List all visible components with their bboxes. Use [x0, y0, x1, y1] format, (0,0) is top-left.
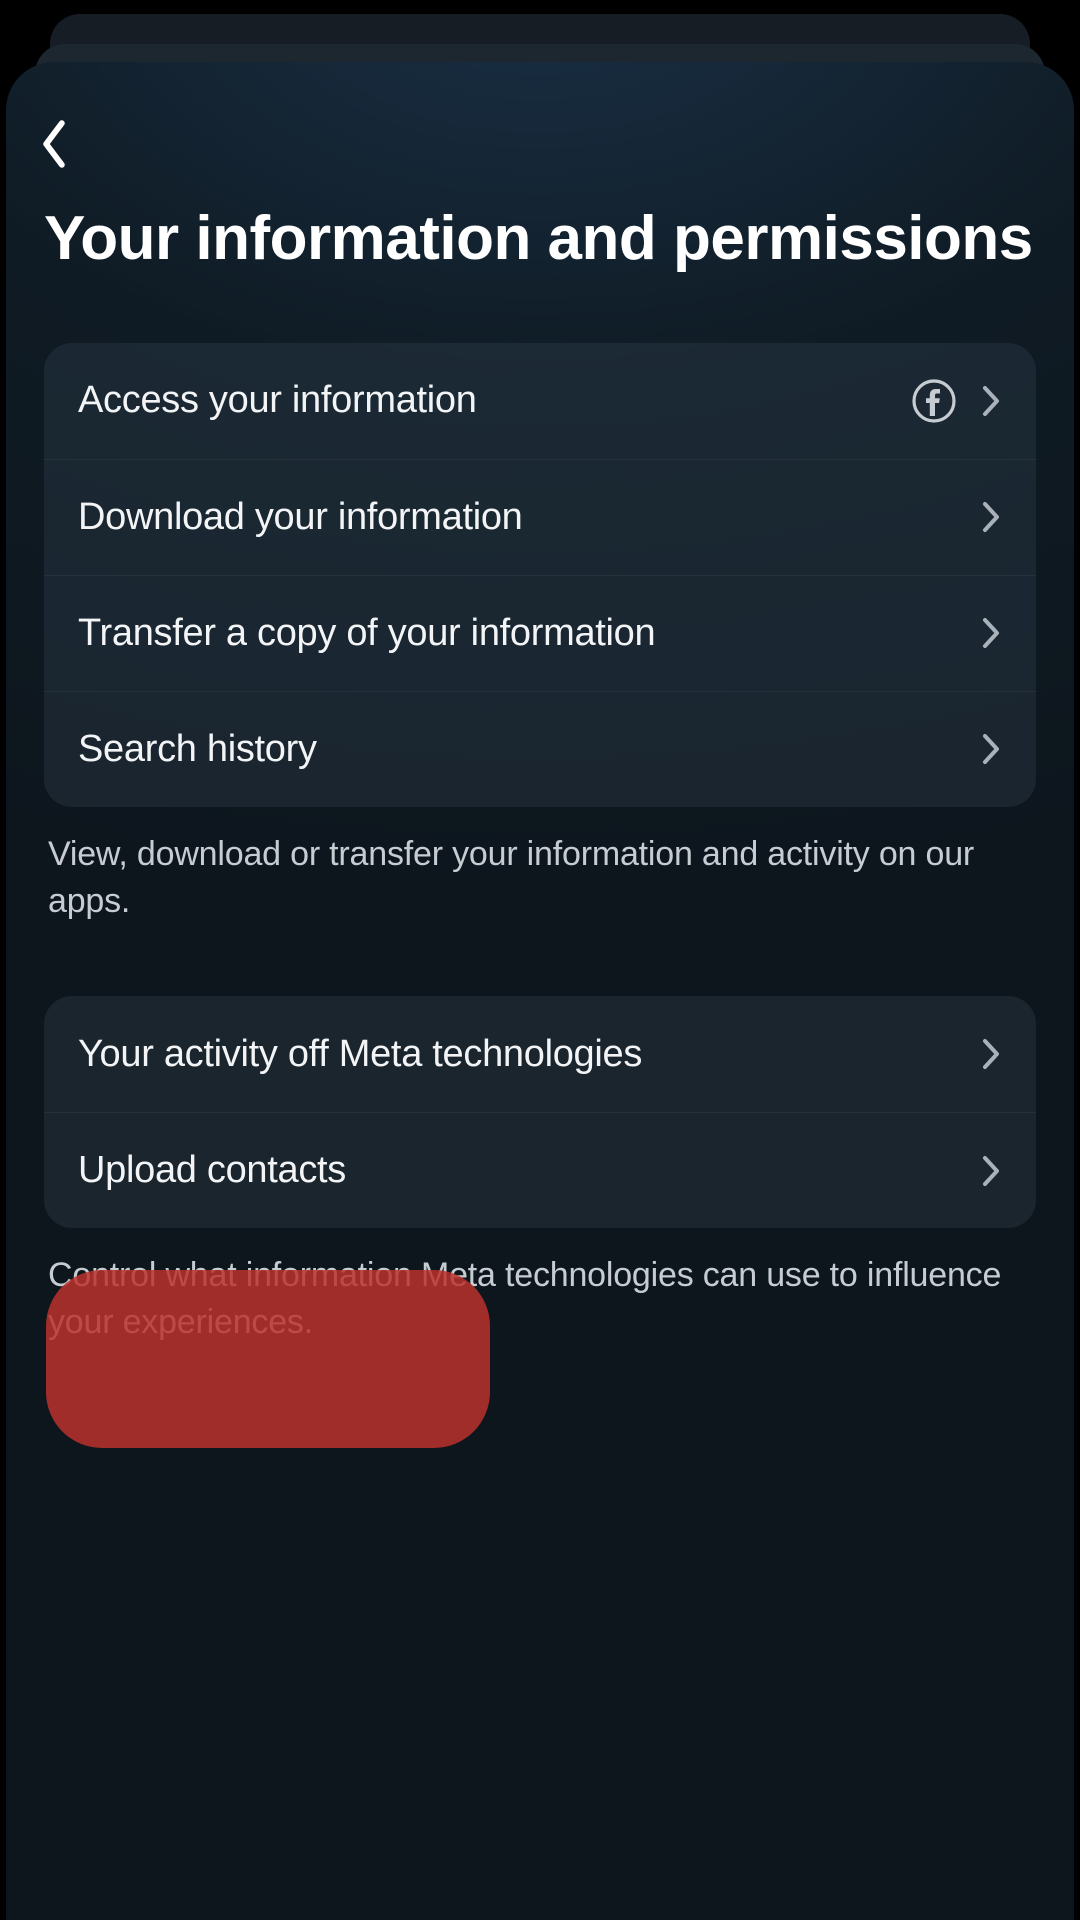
chevron-right-icon: [980, 615, 1002, 651]
row-icons: [912, 379, 1002, 423]
row-icons: [980, 1153, 1002, 1189]
row-icons: [980, 731, 1002, 767]
row-icons: [980, 1036, 1002, 1072]
settings-sheet: Your information and permissions Access …: [6, 62, 1074, 1920]
group-description: View, download or transfer your informat…: [44, 807, 1036, 925]
chevron-right-icon: [980, 731, 1002, 767]
row-transfer-copy[interactable]: Transfer a copy of your information: [44, 575, 1036, 691]
chevron-left-icon: [38, 118, 70, 175]
settings-group: Your activity off Meta technologies Uplo…: [44, 996, 1036, 1228]
chevron-right-icon: [980, 1036, 1002, 1072]
row-icons: [980, 615, 1002, 651]
row-icons: [980, 499, 1002, 535]
back-button[interactable]: [38, 116, 98, 176]
chevron-right-icon: [980, 383, 1002, 419]
row-search-history[interactable]: Search history: [44, 691, 1036, 807]
row-label: Upload contacts: [78, 1149, 980, 1192]
row-download-your-information[interactable]: Download your information: [44, 459, 1036, 575]
row-label: Search history: [78, 728, 980, 771]
group-description: Control what information Meta technologi…: [44, 1228, 1036, 1346]
row-activity-off-meta[interactable]: Your activity off Meta technologies: [44, 996, 1036, 1112]
row-label: Access your information: [78, 379, 912, 422]
facebook-icon: [912, 379, 956, 423]
row-label: Transfer a copy of your information: [78, 612, 980, 655]
row-label: Your activity off Meta technologies: [78, 1033, 980, 1076]
row-label: Download your information: [78, 496, 980, 539]
page-title: Your information and permissions: [44, 204, 1036, 275]
chevron-right-icon: [980, 499, 1002, 535]
row-upload-contacts[interactable]: Upload contacts: [44, 1112, 1036, 1228]
settings-group: Access your information Download your in…: [44, 343, 1036, 807]
chevron-right-icon: [980, 1153, 1002, 1189]
row-access-your-information[interactable]: Access your information: [44, 343, 1036, 459]
